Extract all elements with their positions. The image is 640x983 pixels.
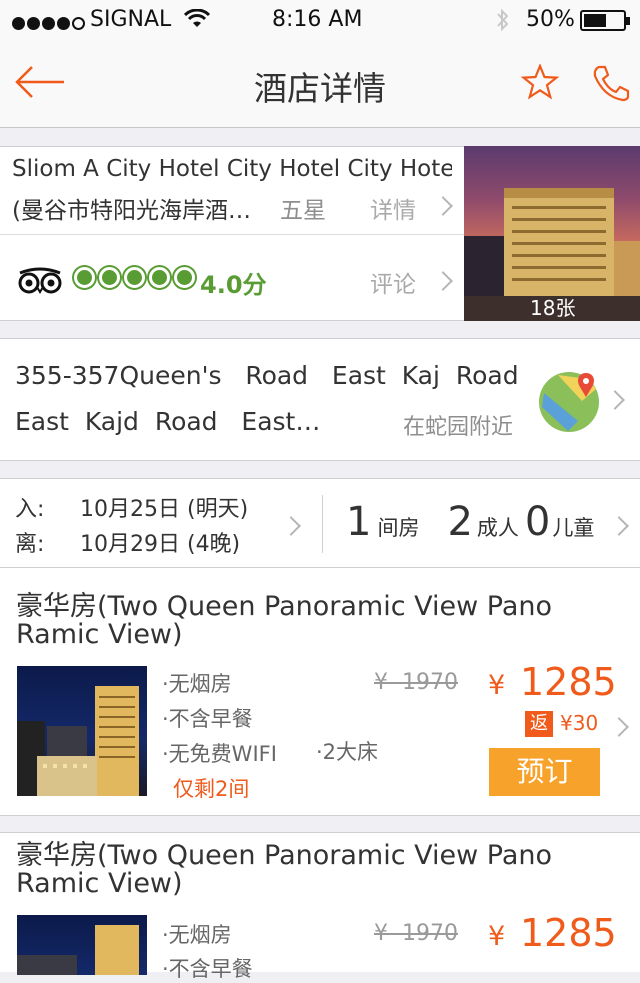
- original-price: ¥ 1970: [374, 921, 458, 946]
- battery-icon: [580, 10, 630, 31]
- room-feature: ·无烟房: [162, 923, 232, 947]
- rating-dots: [74, 267, 199, 288]
- address-line-2: East Kajd Road East…: [15, 407, 321, 436]
- hotel-name: Sliom A City Hotel City Hotel City Hotel: [12, 156, 452, 182]
- children-count: 0: [524, 499, 551, 545]
- wifi-icon: [184, 9, 210, 27]
- checkout-label: 离:: [15, 532, 45, 557]
- details-chevron-icon: [433, 196, 453, 216]
- original-price: ¥ 1970: [374, 670, 458, 695]
- rating-dot-icon: [124, 267, 145, 288]
- room-title-line2: Ramic View): [16, 868, 183, 899]
- map-pin-icon[interactable]: [538, 371, 600, 433]
- clock: 8:16 AM: [272, 7, 363, 32]
- room-price: 1285: [520, 660, 617, 704]
- room-feature: ·不含早餐: [162, 707, 253, 731]
- room-card[interactable]: 豪华房(Two Queen Panoramic View Pano Ramic …: [0, 832, 640, 981]
- room-title-line2: Ramic View): [16, 619, 183, 650]
- booking-section: 入: 10月25日 (明天) 离: 10月29日 (4晚) 1 间房 2 成人 0儿童: [0, 478, 640, 568]
- children-label: 儿童: [552, 516, 595, 540]
- hotel-name-local: (曼谷市特阳光海岸酒…: [12, 198, 251, 224]
- rooms-count: 1: [346, 499, 372, 545]
- star-rating-label: 五星: [280, 198, 326, 224]
- checkin-date[interactable]: 10月25日 (明天): [80, 491, 248, 523]
- room-feature: ·无烟房: [162, 672, 232, 696]
- rating-dot-icon: [74, 267, 95, 288]
- hotel-photo[interactable]: 18张: [464, 146, 640, 321]
- room-title: 豪华房(Two Queen Panoramic View Pano: [16, 840, 553, 871]
- photo-count: 18张: [530, 296, 576, 320]
- favorite-star-icon[interactable]: [521, 64, 559, 100]
- reviews-chevron-icon: [433, 271, 453, 291]
- address-line-1: 355-357Queen's Road East Kaj Road: [15, 361, 519, 390]
- currency-symbol: ¥: [488, 921, 506, 952]
- rating-dot-icon: [174, 267, 195, 288]
- details-link[interactable]: 详情: [370, 191, 416, 225]
- dates-chevron-icon: [281, 516, 301, 536]
- room-photo[interactable]: [17, 915, 147, 975]
- hotel-summary: Sliom A City Hotel City Hotel City Hotel…: [0, 146, 640, 321]
- guests-selector[interactable]: 1 间房 2 成人 0儿童: [346, 499, 594, 549]
- address-section[interactable]: 355-357Queen's Road East Kaj Road East K…: [0, 338, 640, 461]
- navigation-bar: 酒店详情: [0, 40, 640, 128]
- book-button[interactable]: 预订: [489, 748, 600, 796]
- rooms-remaining: 仅剩2间: [173, 777, 250, 801]
- room-price: 1285: [520, 911, 617, 955]
- signal-dots-icon: [12, 11, 85, 36]
- currency-symbol: ¥: [488, 670, 506, 701]
- address-chevron-icon: [605, 390, 625, 410]
- tripadvisor-owl-icon: [18, 267, 62, 294]
- bluetooth-icon: [497, 8, 509, 32]
- adults-label: 成人: [476, 516, 519, 540]
- reviews-link[interactable]: 评论: [370, 265, 416, 299]
- rating-dot-icon: [99, 267, 120, 288]
- room-feature: ·不含早餐: [162, 957, 253, 981]
- rating-dot-icon: [149, 267, 170, 288]
- carrier-label: SIGNAL: [90, 7, 172, 32]
- room-feature: ·无免费WIFI: [162, 742, 277, 766]
- rating-score: 4.0分: [200, 271, 267, 299]
- rebate-amount: ¥30: [560, 711, 599, 735]
- room-chevron-icon: [609, 717, 629, 737]
- adults-count: 2: [447, 499, 473, 545]
- status-bar: SIGNAL 8:16 AM 50%: [0, 0, 640, 40]
- phone-icon[interactable]: [590, 64, 630, 102]
- checkout-date[interactable]: 10月29日 (4晚): [80, 526, 240, 558]
- room-card[interactable]: 豪华房(Two Queen Panoramic View Pano Ramic …: [0, 568, 640, 816]
- room-feature: ·2大床: [316, 740, 379, 764]
- room-title: 豪华房(Two Queen Panoramic View Pano: [16, 591, 553, 622]
- rooms-label: 间房: [377, 516, 420, 540]
- nearby-landmark: 在蛇园附近: [403, 415, 514, 440]
- rebate-tag: 返: [525, 711, 553, 737]
- battery-label: 50%: [526, 7, 575, 32]
- checkin-label: 入:: [15, 497, 45, 522]
- room-photo[interactable]: [17, 666, 147, 796]
- guests-chevron-icon: [609, 516, 629, 536]
